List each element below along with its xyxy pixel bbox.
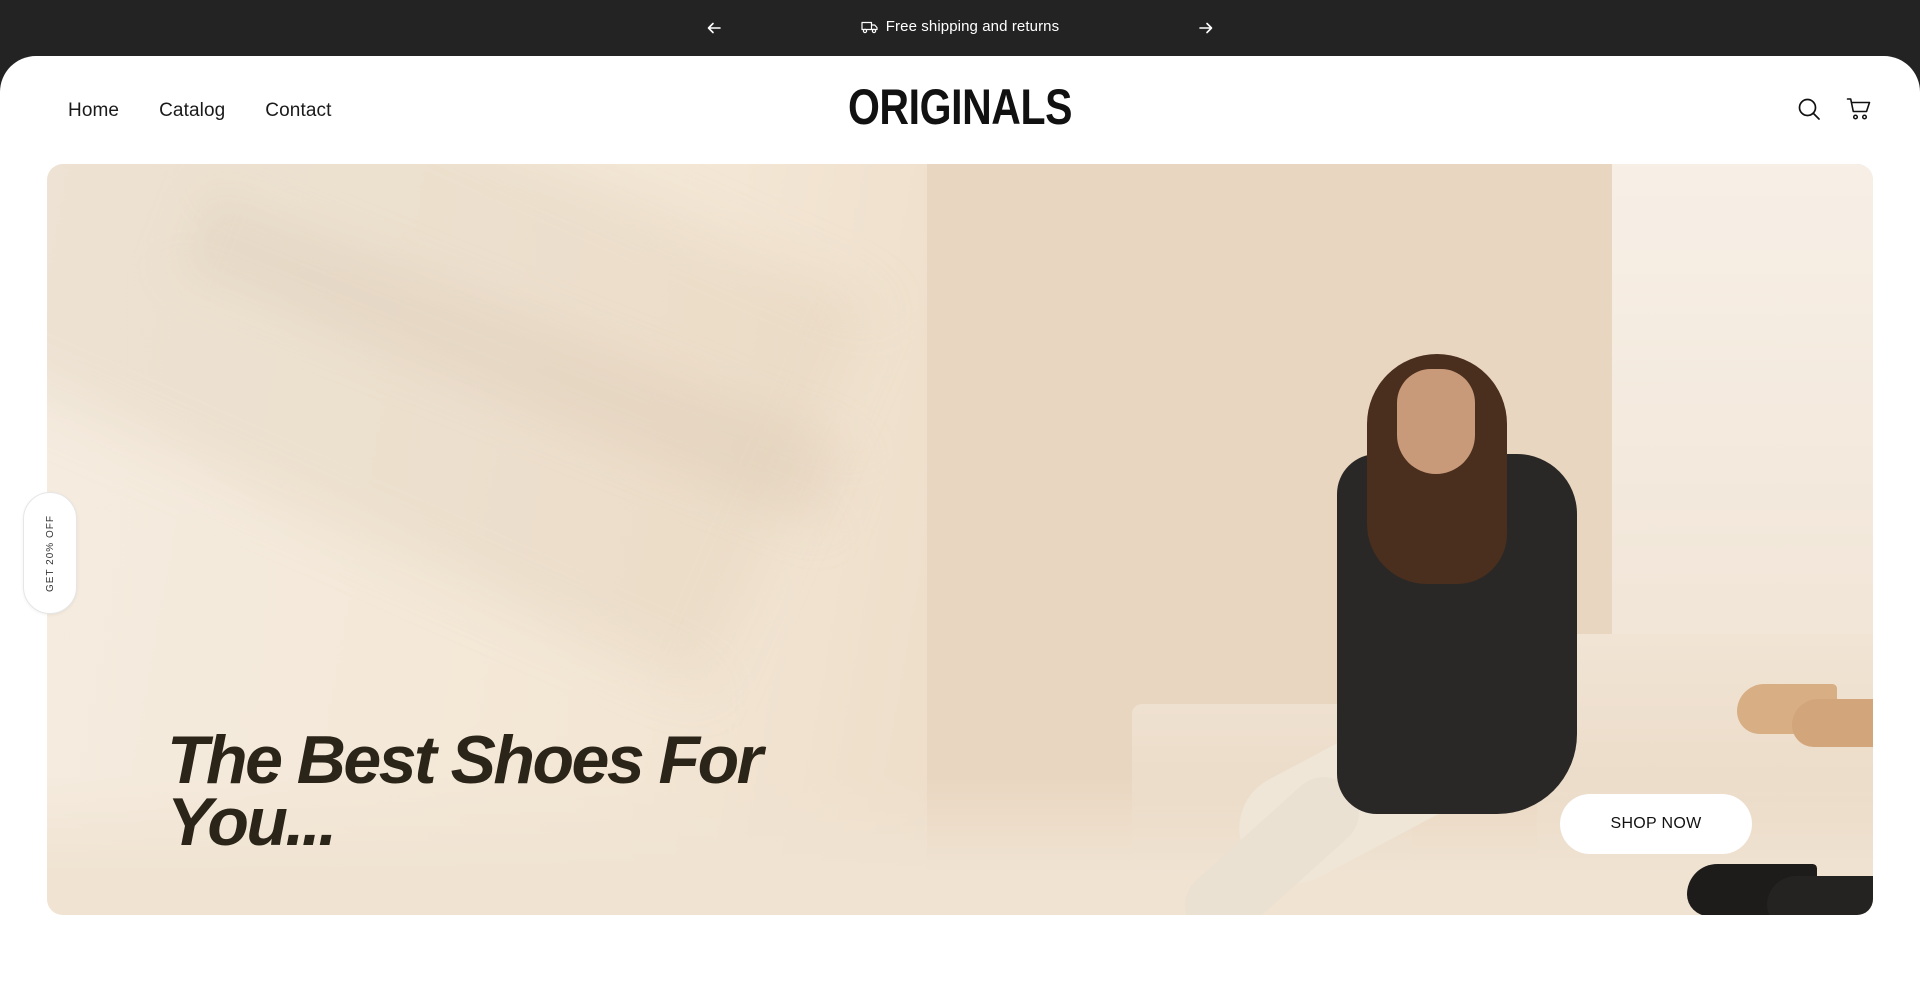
shop-now-button[interactable]: SHOP NOW: [1560, 794, 1752, 854]
page-container: Home Catalog Contact ORIGINALS The Best …: [0, 56, 1920, 993]
heel-shoe-image: [1792, 699, 1873, 747]
cart-icon[interactable]: [1846, 96, 1872, 122]
search-icon[interactable]: [1796, 96, 1822, 122]
nav-item-home[interactable]: Home: [68, 100, 119, 122]
arrow-right-icon[interactable]: [1194, 16, 1218, 40]
announcement-message: Free shipping and returns: [0, 18, 1920, 35]
announcement-bar: Free shipping and returns: [0, 0, 1920, 56]
discount-side-tab[interactable]: GET 20% OFF: [23, 492, 77, 614]
hero-model: [1397, 369, 1475, 474]
header-actions: [1796, 96, 1872, 122]
hero-title: The Best Shoes For You...: [167, 722, 763, 860]
brand-logo[interactable]: ORIGINALS: [173, 78, 1747, 136]
hero-banner: The Best Shoes For You... SHOP NOW: [47, 164, 1873, 915]
announcement-text: Free shipping and returns: [885, 18, 1060, 35]
truck-icon: [861, 20, 878, 34]
heel-shoe-image: [1767, 876, 1873, 915]
discount-tab-label: GET 20% OFF: [44, 514, 56, 592]
